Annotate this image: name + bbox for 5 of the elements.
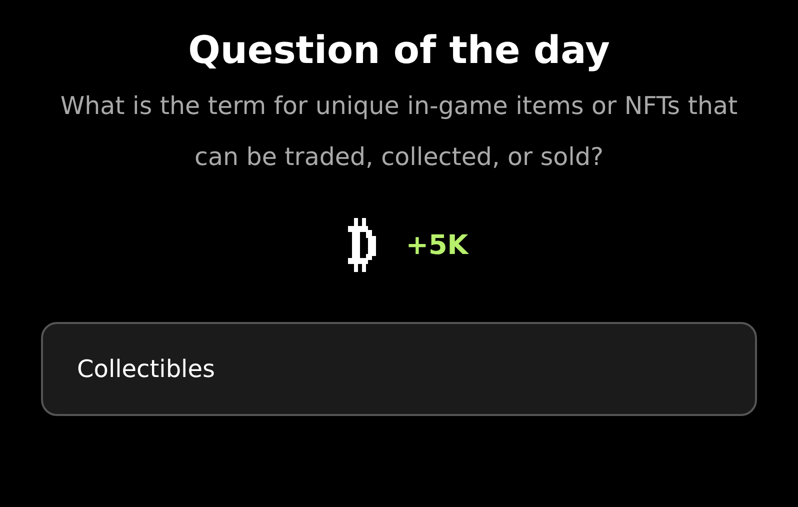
question-text: What is the term for unique in-game items or NFTs that can be traded, collected, or sold? [59,90,739,173]
coin-icon [348,218,376,272]
title: Question of the day [188,27,610,74]
reward-amount: +5K [406,230,468,260]
answer-option[interactable]: Collectibles [41,322,757,416]
